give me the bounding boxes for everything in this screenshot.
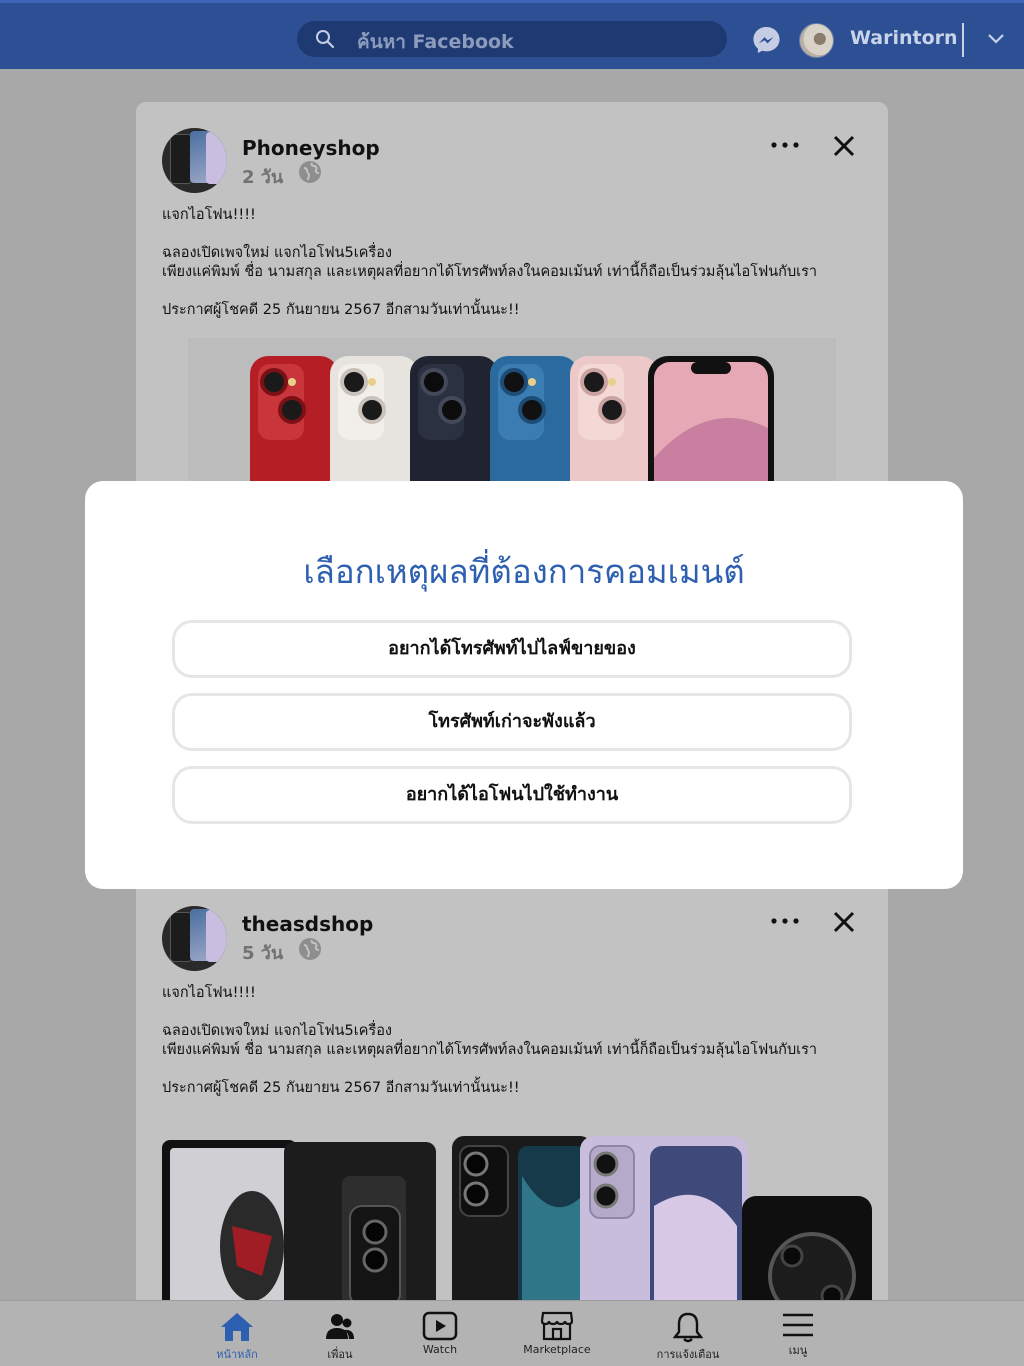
nav-label: หน้าหลัก (216, 1348, 258, 1361)
post-line: ฉลองเปิดเพจใหม่ แจกไอโฟน5เครื่อง (162, 245, 392, 261)
page-avatar[interactable] (162, 128, 227, 193)
post-image-iphones[interactable] (188, 338, 836, 492)
post-image-android-phones[interactable] (162, 1136, 872, 1310)
header-divider (962, 23, 964, 57)
search-bar[interactable]: ค้นหา Facebook (297, 21, 727, 57)
home-icon (221, 1313, 253, 1341)
post-line: เพียงแค่พิมพ์ ชื่อ นามสกุล และเหตุผลที่อ… (162, 264, 818, 280)
post-text: แจกไอโฟน!!!! ฉลองเปิดเพจใหม่ แจกไอโฟน5เค… (162, 206, 882, 320)
search-icon (316, 30, 335, 49)
page-avatar[interactable] (162, 906, 227, 971)
reason-option-for-work[interactable]: อยากได้ไอโฟนไปใช้ทำงาน (172, 766, 852, 824)
post-line: ประกาศผู้โชคดี 25 กันยายน 2567 อีกสามวัน… (162, 1080, 520, 1096)
nav-menu[interactable]: เมนู (780, 1311, 816, 1359)
nav-watch[interactable]: Watch (418, 1311, 462, 1356)
post-line: แจกไอโฟน!!!! (162, 207, 256, 223)
bottom-navigation: หน้าหลัก เพื่อน Watch Marketplace การแจ้… (0, 1300, 1024, 1366)
post-author[interactable]: theasdshop (242, 912, 373, 936)
post-line: แจกไอโฟน!!!! (162, 985, 256, 1001)
close-icon[interactable] (832, 910, 856, 934)
post-time[interactable]: 2 วัน (242, 162, 283, 191)
globe-icon (299, 938, 321, 960)
post-line: เพียงแค่พิมพ์ ชื่อ นามสกุล และเหตุผลที่อ… (162, 1042, 818, 1058)
globe-icon (299, 161, 321, 183)
close-icon[interactable] (832, 134, 856, 158)
top-bar: ค้นหา Facebook Warintorn (0, 0, 1024, 69)
bell-icon (673, 1312, 703, 1343)
post-line: ฉลองเปิดเพจใหม่ แจกไอโฟน5เครื่อง (162, 1023, 392, 1039)
post-card: Phoneyshop 2 วัน แจกไอโฟน!!!! ฉลองเปิดเพ… (136, 102, 888, 492)
nav-label: Marketplace (523, 1343, 591, 1356)
post-card: theasdshop 5 วัน แจกไอโฟน!!!! ฉลองเปิดเพ… (136, 880, 888, 1310)
profile-avatar[interactable] (799, 23, 834, 58)
post-author[interactable]: Phoneyshop (242, 136, 380, 160)
nav-label: Watch (422, 1343, 458, 1356)
menu-icon (783, 1313, 813, 1337)
reason-option-old-phone-broken[interactable]: โทรศัพท์เก่าจะพังแล้ว (172, 693, 852, 751)
nav-friends[interactable]: เพื่อน (320, 1311, 360, 1363)
marketplace-icon (540, 1311, 574, 1341)
post-line: ประกาศผู้โชคดี 25 กันยายน 2567 อีกสามวัน… (162, 302, 520, 318)
nav-label: การแจ้งเตือน (656, 1348, 720, 1361)
comment-reason-modal: เลือกเหตุผลที่ต้องการคอมเมนต์ อยากได้โทร… (85, 481, 963, 889)
nav-notifications[interactable]: การแจ้งเตือน (654, 1311, 722, 1363)
iphone-lineup-image (250, 356, 774, 492)
watch-icon (422, 1311, 458, 1341)
nav-label: เพื่อน (327, 1348, 353, 1361)
more-options-icon[interactable] (770, 914, 800, 928)
profile-name[interactable]: Warintorn (850, 27, 958, 49)
search-placeholder: ค้นหา Facebook (357, 31, 514, 53)
messenger-icon[interactable] (751, 25, 782, 56)
friends-icon (326, 1314, 354, 1339)
nav-label: เมนู (788, 1344, 808, 1357)
nav-marketplace[interactable]: Marketplace (520, 1311, 594, 1356)
modal-title: เลือกเหตุผลที่ต้องการคอมเมนต์ (303, 552, 745, 591)
more-options-icon[interactable] (770, 138, 800, 152)
post-time[interactable]: 5 วัน (242, 938, 283, 967)
android-phones-image (162, 1136, 872, 1310)
nav-home[interactable]: หน้าหลัก (214, 1311, 260, 1363)
post-text: แจกไอโฟน!!!! ฉลองเปิดเพจใหม่ แจกไอโฟน5เค… (162, 984, 882, 1098)
reason-option-live-selling[interactable]: อยากได้โทรศัพท์ไปไลฟ์ขายของ (172, 620, 852, 678)
chevron-down-icon[interactable] (986, 31, 1006, 47)
